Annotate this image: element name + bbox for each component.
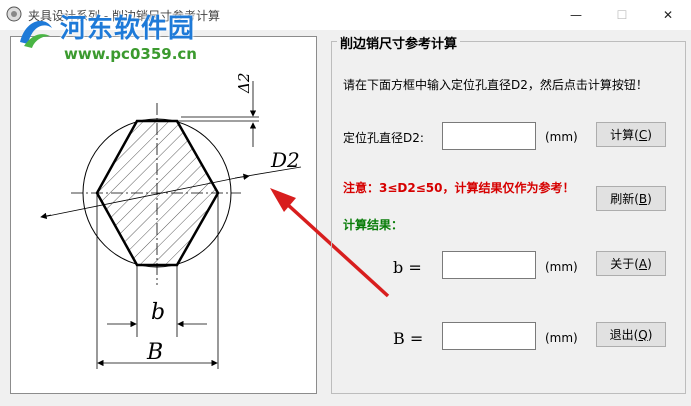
b-result-label: b = (393, 258, 422, 277)
close-icon: ✕ (662, 8, 674, 22)
b-unit-label: (mm) (545, 260, 578, 274)
close-button[interactable]: ✕ (645, 0, 691, 30)
minimize-button[interactable]: — (553, 0, 599, 30)
B-label: B (146, 340, 163, 365)
minimize-icon: — (570, 8, 582, 22)
about-button-key: A (638, 256, 648, 271)
exit-button-key: Q (638, 327, 648, 342)
watermark-url: www.pc0359.cn (64, 45, 197, 63)
maximize-icon: ☐ (616, 8, 628, 22)
diagram-panel: Δ2 D2 b B (10, 36, 317, 394)
hole-diameter-label: 定位孔直径D2: (343, 131, 424, 145)
B-result-label: B = (393, 329, 424, 348)
watermark-logo-icon (20, 20, 52, 48)
exit-button[interactable]: 退出(Q) (596, 322, 666, 347)
about-button[interactable]: 关于(A) (596, 251, 666, 276)
unit-label: (mm) (545, 130, 578, 144)
calculate-button-label: 计算 (610, 128, 635, 142)
calculate-button[interactable]: 计算(C) (596, 122, 666, 147)
pin-diagram: Δ2 D2 b B (40, 73, 302, 369)
d2-label: D2 (270, 148, 300, 172)
B-unit-label: (mm) (545, 331, 578, 345)
group-title: 削边销尺寸参考计算 (337, 33, 461, 52)
watermark-title: 河东软件园 (60, 14, 196, 44)
about-button-label: 关于 (610, 257, 635, 271)
b-label: b (151, 300, 165, 325)
refresh-button-key: B (638, 191, 648, 206)
hole-diameter-input[interactable] (442, 122, 536, 150)
instruction-text: 请在下面方框中输入定位孔直径D2，然后点击计算按钮！ (343, 78, 648, 92)
result-header: 计算结果： (343, 218, 404, 232)
notice-text: 注意：3≤D2≤50，计算结果仅作为参考！ (343, 181, 575, 195)
calculate-button-key: C (638, 127, 648, 142)
maximize-button[interactable]: ☐ (599, 0, 645, 30)
B-result-field[interactable] (442, 322, 536, 350)
refresh-button[interactable]: 刷新(B) (596, 186, 666, 211)
exit-button-label: 退出 (609, 328, 634, 342)
delta2-label: Δ2 (235, 73, 253, 94)
b-result-field[interactable] (442, 251, 536, 279)
refresh-button-label: 刷新 (610, 192, 635, 206)
